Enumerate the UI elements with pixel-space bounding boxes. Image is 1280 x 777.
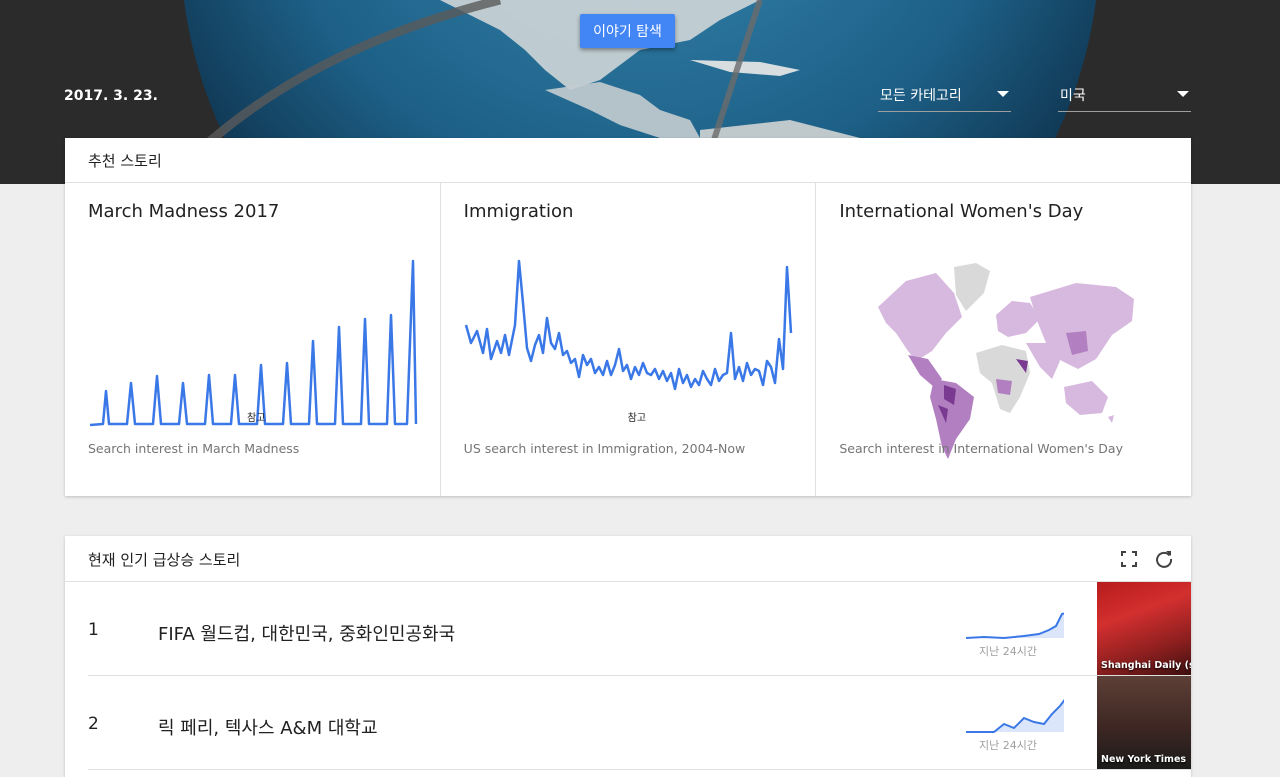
dropdown-arrow-icon bbox=[1177, 91, 1189, 97]
trending-rank: 2 bbox=[88, 714, 99, 734]
trending-title-text: FIFA 월드컵, 대한민국, 중화인민공화국 bbox=[158, 624, 456, 645]
refresh-icon[interactable] bbox=[1154, 549, 1174, 569]
story-thumbnail[interactable]: Shanghai Daily (s... bbox=[1097, 582, 1191, 675]
trending-rank: 1 bbox=[88, 620, 99, 640]
thumbnail-source: Shanghai Daily (s... bbox=[1101, 660, 1191, 671]
story-caption: Search interest in March Madness bbox=[88, 441, 300, 456]
trending-title-text: 릭 페리, 텍사스 A&M 대학교 bbox=[158, 718, 378, 739]
region-dropdown[interactable]: 미국 bbox=[1058, 80, 1191, 112]
fullscreen-icon[interactable] bbox=[1119, 549, 1139, 569]
story-caption: US search interest in Immigration, 2004-… bbox=[463, 441, 746, 456]
story-caption: Search interest in International Women's… bbox=[839, 441, 1123, 456]
trending-title: 현재 인기 급상승 스토리 bbox=[88, 551, 241, 569]
featured-stories-card: 추천 스토리 March Madness 2017 참고 Search inte… bbox=[65, 138, 1191, 496]
story-immigration[interactable]: Immigration 참고 US search interest in Imm… bbox=[441, 183, 817, 496]
category-value: 모든 카테고리 bbox=[880, 88, 962, 104]
trending-row[interactable]: 2 릭 페리, 텍사스 A&M 대학교 지난 24시간 New York Tim… bbox=[88, 676, 1191, 770]
trending-stories-card: 현재 인기 급상승 스토리 1 FIFA 월드컵, 대한민국, 중화인민공화국 … bbox=[65, 536, 1191, 777]
thumbnail-source: New York Times bbox=[1101, 754, 1187, 765]
explore-stories-button[interactable]: 이야기 탐색 bbox=[580, 14, 675, 48]
featured-title: 추천 스토리 bbox=[65, 138, 1191, 183]
time-range: 지난 24시간 bbox=[979, 645, 1037, 658]
sparkline bbox=[965, 612, 1064, 640]
region-value: 미국 bbox=[1060, 88, 1086, 104]
sparkline bbox=[966, 699, 1064, 733]
current-date: 2017. 3. 23. bbox=[64, 88, 158, 104]
time-range: 지난 24시간 bbox=[979, 739, 1037, 752]
category-dropdown[interactable]: 모든 카테고리 bbox=[878, 80, 1011, 112]
trending-row[interactable]: 1 FIFA 월드컵, 대한민국, 중화인민공화국 지난 24시간 Shangh… bbox=[88, 582, 1191, 676]
dropdown-arrow-icon bbox=[997, 91, 1009, 97]
trending-header: 현재 인기 급상승 스토리 bbox=[65, 536, 1191, 582]
story-thumbnail[interactable]: New York Times bbox=[1097, 676, 1191, 769]
story-womens-day[interactable]: International Women's Day Search interes… bbox=[816, 183, 1191, 496]
story-march-madness[interactable]: March Madness 2017 참고 Search interest in… bbox=[65, 183, 441, 496]
chart-note: 참고 bbox=[247, 413, 266, 424]
chart-note: 참고 bbox=[627, 413, 647, 424]
